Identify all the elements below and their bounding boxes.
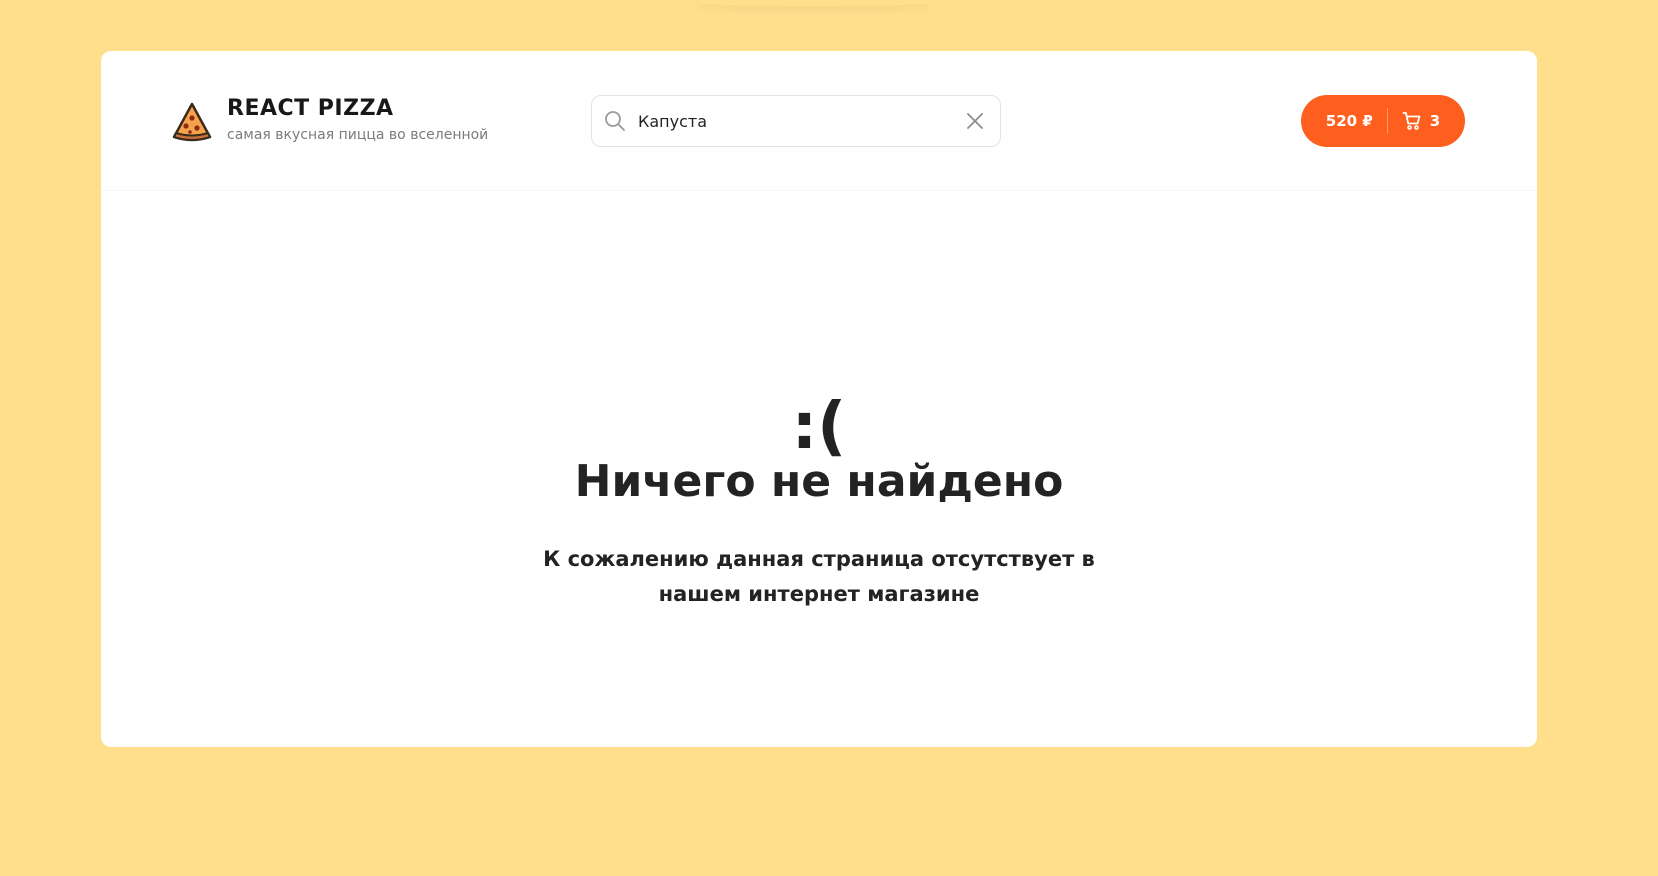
logo-title: REACT PIZZA (227, 96, 394, 121)
top-decoration (700, 0, 930, 6)
empty-state: :( Ничего не найдено К сожалению данная … (101, 192, 1537, 747)
logo-subtitle: самая вкусная пицца во вселенной (227, 127, 489, 143)
cart-button[interactable]: 520 ₽ 3 (1301, 95, 1465, 147)
cart-divider (1386, 108, 1388, 134)
close-icon[interactable] (964, 110, 986, 132)
header: REACT PIZZA самая вкусная пицца во вселе… (101, 51, 1537, 191)
page-container: REACT PIZZA самая вкусная пицца во вселе… (101, 51, 1537, 747)
search-box (591, 95, 1001, 147)
search-input[interactable] (638, 96, 958, 146)
cart-total-price: 520 ₽ (1325, 112, 1373, 130)
empty-title: Ничего не найдено (574, 456, 1064, 507)
search-icon (605, 111, 625, 131)
pizza-slice-icon (172, 102, 212, 142)
cart-item-count: 3 (1429, 112, 1441, 130)
cart-icon (1402, 112, 1421, 130)
logo-link[interactable]: REACT PIZZA самая вкусная пицца во вселе… (171, 96, 488, 144)
empty-description: К сожалению данная страница отсутствует … (543, 547, 1095, 606)
